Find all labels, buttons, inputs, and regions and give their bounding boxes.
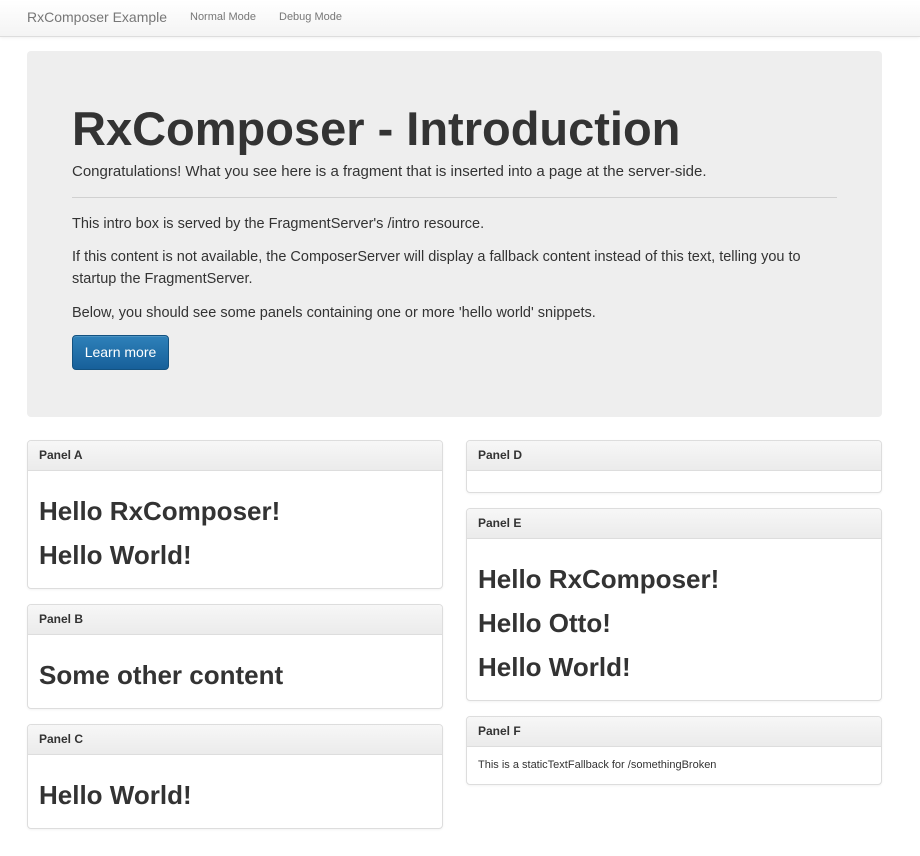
panel-c: Panel C Hello World! <box>27 724 443 829</box>
intro-paragraph: This intro box is served by the Fragment… <box>72 216 485 232</box>
panel-body: Hello RxComposer! Hello Otto! Hello Worl… <box>467 539 881 689</box>
intro-divider <box>72 197 837 198</box>
panel-heading: Panel D <box>467 441 881 471</box>
panel-snippet: Hello World! <box>39 540 192 570</box>
panel-body: Some other content <box>28 635 442 697</box>
nav-normal-mode[interactable]: Normal Mode <box>190 10 256 24</box>
intro-paragraph: If this content is not available, the Co… <box>72 249 801 287</box>
panel-snippet: Hello RxComposer! <box>478 564 720 594</box>
panel-heading: Panel C <box>28 725 442 755</box>
panel-snippet: Some other content <box>39 660 284 690</box>
intro-lead: Congratulations! What you see here is a … <box>72 163 707 180</box>
nav-debug-mode[interactable]: Debug Mode <box>279 10 342 24</box>
panel-body: Hello World! <box>28 755 442 817</box>
navbar-brand[interactable]: RxComposer Example <box>27 8 167 26</box>
panel-heading: Panel A <box>28 441 442 471</box>
panel-snippet: Hello World! <box>39 780 192 810</box>
intro-jumbotron: RxComposer - Introduction Congratulation… <box>27 51 882 417</box>
panel-e: Panel E Hello RxComposer! Hello Otto! He… <box>466 508 882 701</box>
intro-title: RxComposer - Introduction <box>72 102 681 155</box>
intro-paragraph: Below, you should see some panels contai… <box>72 305 596 321</box>
fallback-text: This is a staticTextFallback for /someth… <box>478 759 717 771</box>
panel-a: Panel A Hello RxComposer! Hello World! <box>27 440 443 589</box>
learn-more-button[interactable]: Learn more <box>72 335 169 370</box>
panel-b: Panel B Some other content <box>27 604 443 709</box>
panel-heading: Panel E <box>467 509 881 539</box>
panel-body: Hello RxComposer! Hello World! <box>28 471 442 577</box>
panel-heading: Panel F <box>467 717 881 747</box>
panel-snippet: Hello World! <box>478 652 631 682</box>
navbar: RxComposer Example Normal Mode Debug Mod… <box>0 0 920 37</box>
panel-heading: Panel B <box>28 605 442 635</box>
panel-d: Panel D <box>466 440 882 493</box>
panel-snippet: Hello Otto! <box>478 608 611 638</box>
panel-f: Panel F This is a staticTextFallback for… <box>466 716 882 785</box>
panel-snippet: Hello RxComposer! <box>39 496 281 526</box>
panel-body: This is a staticTextFallback for /someth… <box>467 747 881 772</box>
